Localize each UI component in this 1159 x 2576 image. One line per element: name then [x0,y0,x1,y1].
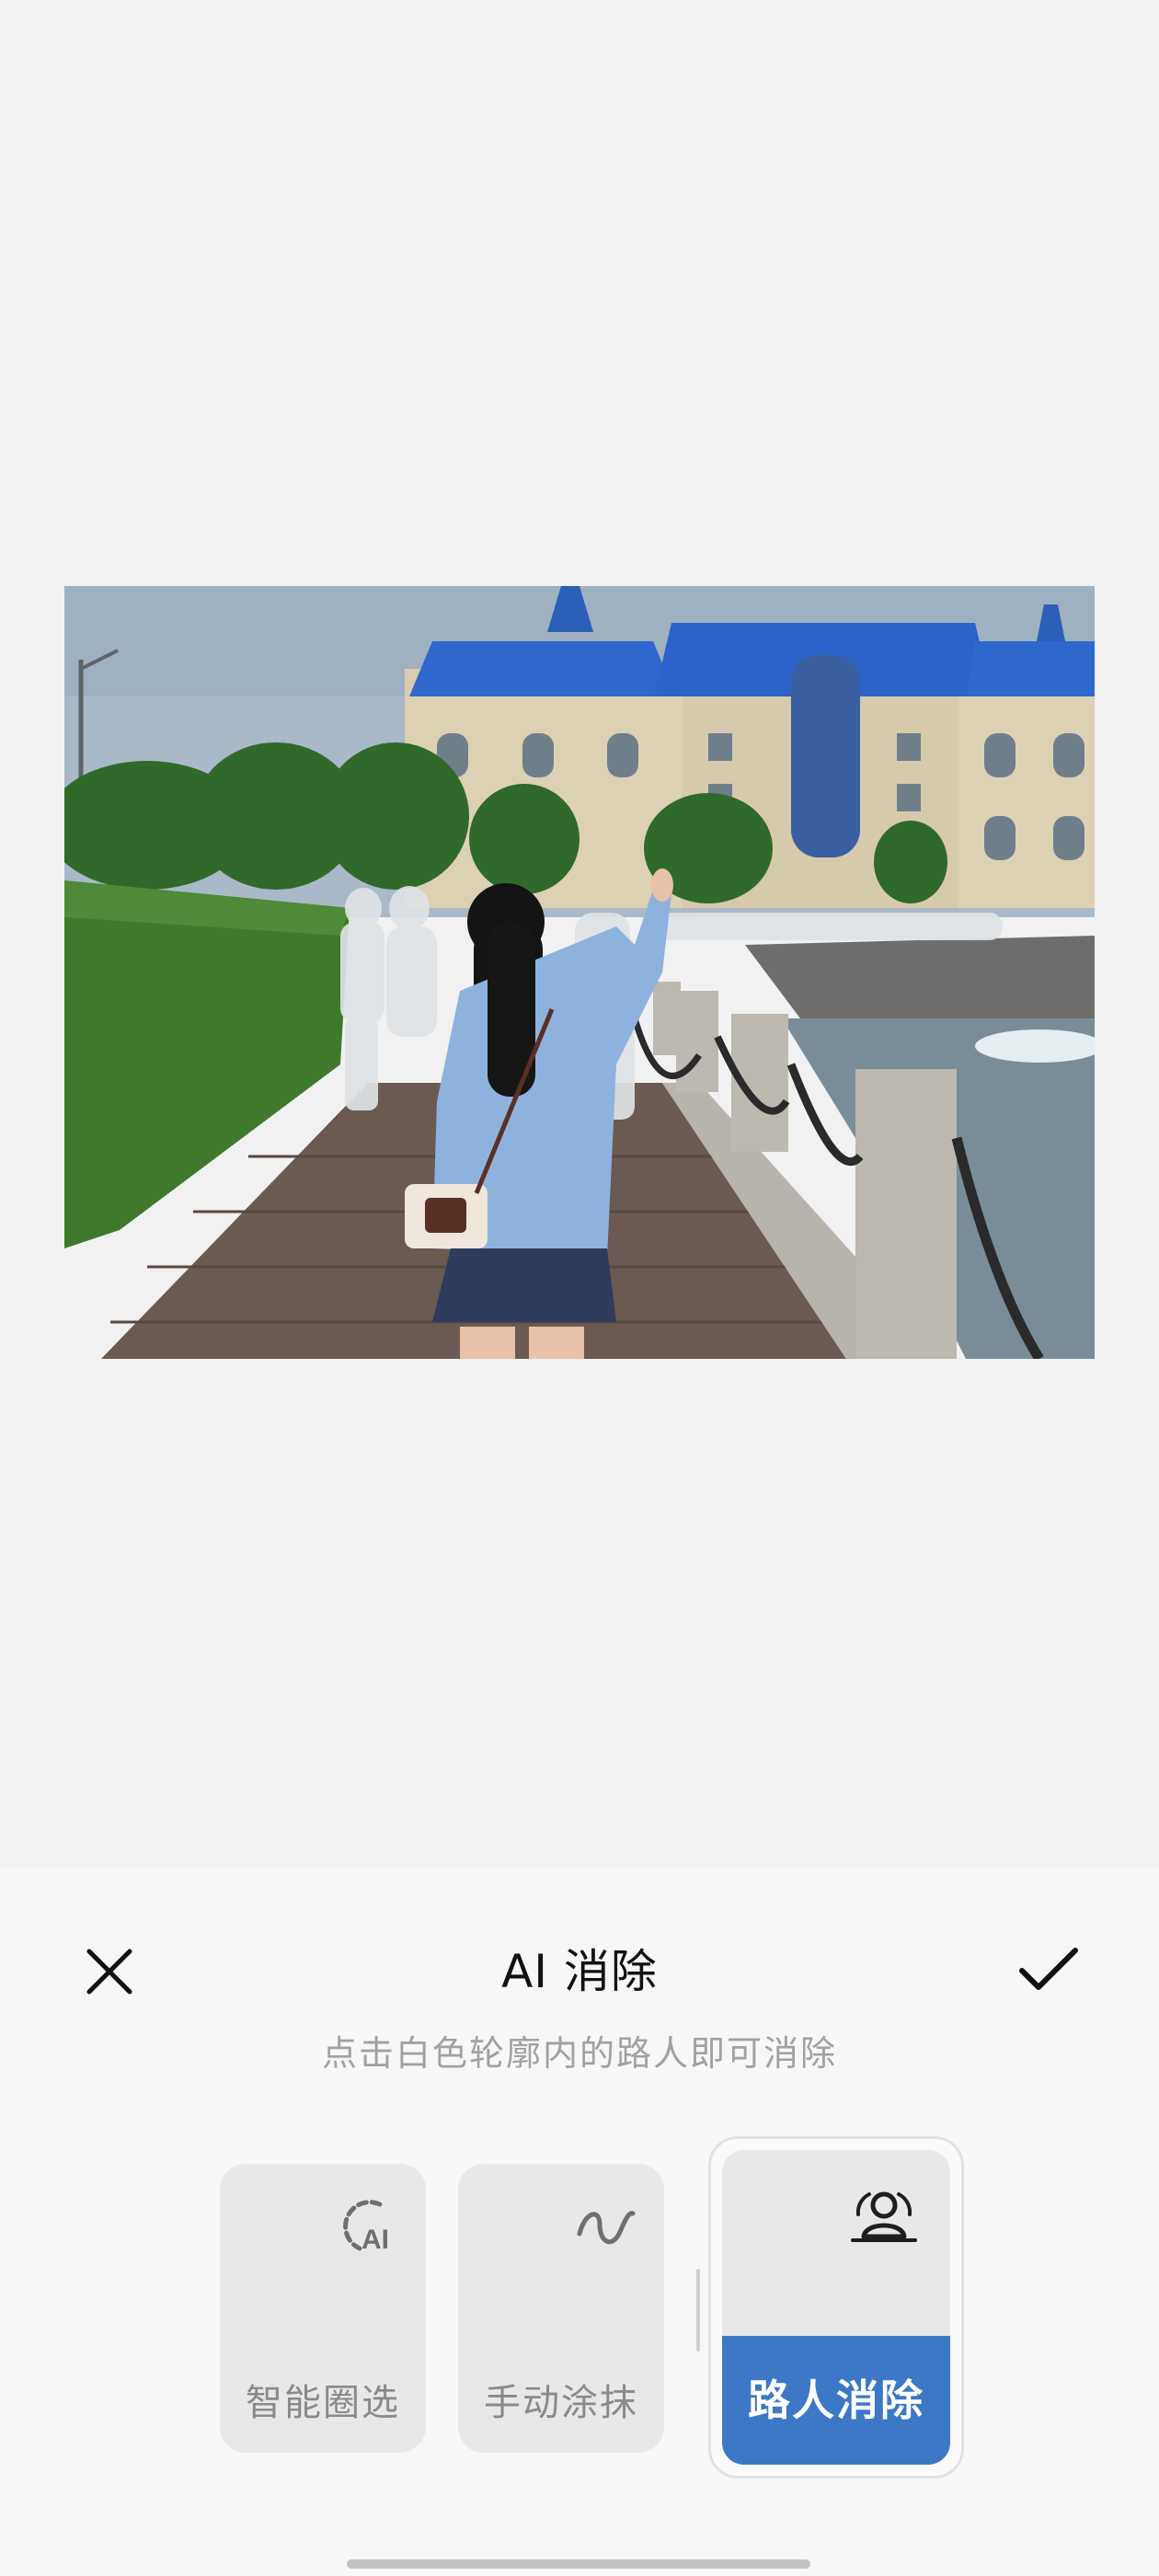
tool-divider [696,2269,700,2352]
tool-manual-label: 手动涂抹 [484,2382,638,2424]
tool-passerby-remove[interactable]: 路人消除 [708,2136,964,2478]
ai-lasso-icon: AI [343,2200,389,2255]
tool-manual-brush[interactable]: 手动涂抹 [458,2164,664,2453]
edit-photo[interactable] [64,586,1095,1359]
brush-stroke-icon [577,2211,636,2245]
ai-erase-screen: AI 消除 点击白色轮廓内的路人即可消除 AI 智能圈选 手动涂抹 路人消除 [0,0,1159,2576]
tool-smart-label: 智能圈选 [246,2382,400,2424]
tool-smart-select[interactable]: AI 智能圈选 [220,2164,426,2453]
tool-passerby-tile: 路人消除 [722,2150,950,2465]
home-indicator[interactable] [347,2559,810,2569]
panel-title: AI 消除 [501,1945,658,1998]
passerby-icon [851,2191,917,2242]
svg-text:AI: AI [361,2225,389,2255]
tool-passerby-band: 路人消除 [722,2336,950,2465]
confirm-button[interactable] [1012,1938,1085,2002]
photo-canvas [0,0,1159,1868]
hint-text: 点击白色轮廓内的路人即可消除 [321,2033,837,2074]
checkmark-icon [1019,1948,1078,1990]
tool-passerby-label: 路人消除 [748,2375,924,2425]
